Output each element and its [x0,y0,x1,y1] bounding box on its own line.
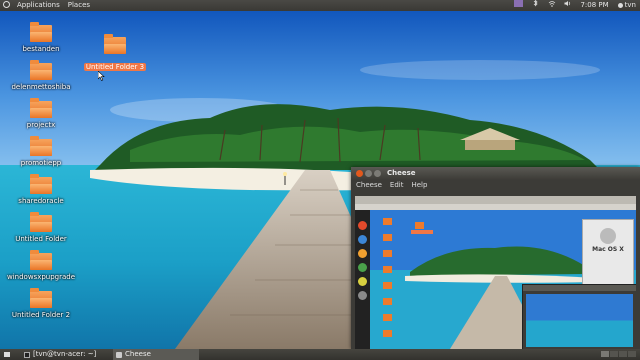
nested-preview [526,294,633,347]
desktop-icon-windowsxpupgrade[interactable]: windowsxpupgrade [6,250,76,281]
desktop-icon-label: promotiepp [20,159,62,167]
folder-icon [30,288,52,308]
desktop-icon-label: Untitled Folder [15,235,67,243]
app-icon [358,263,367,272]
user-name: tvn [624,1,636,9]
folder-icon [104,34,126,54]
show-desktop-icon[interactable] [4,352,10,357]
desktop-icon-sharedoracle[interactable]: sharedoracle [6,174,76,205]
desktop-icon-projectx[interactable]: projectx [6,98,76,129]
app-icon [358,221,367,230]
window-titlebar[interactable]: Cheese [351,167,640,180]
desktop-icon-untitled-folder[interactable]: Untitled Folder [6,212,76,243]
top-panel: Applications Places 7:08 PM tvn [0,0,640,11]
folder-icon [30,22,52,42]
app-icon [358,291,367,300]
desktop-icon-label: bestanden [22,45,60,53]
desktop-icon-untitled-folder-2[interactable]: Untitled Folder 2 [6,288,76,319]
workspace-2[interactable] [610,351,618,357]
os-name: Mac OS X [592,246,624,253]
workspace-3[interactable] [619,351,627,357]
app-icon [358,235,367,244]
person-icon [617,2,623,8]
folder-icon [30,136,52,156]
folder-icon [30,60,52,80]
folder-icon [30,174,52,194]
folder-icon [30,212,52,232]
about-this-mac-panel: Mac OS X [582,219,634,293]
power-icon[interactable]: 7:08 PM [580,0,608,9]
desktop-icon-label: windowsxpupgrade [6,273,76,281]
desktop-icon-untitled-folder-3[interactable]: Untitled Folder 3 [80,34,150,73]
clock[interactable]: 7:08 PM [580,1,608,9]
bottom-panel: [tvn@tvn-acer: ~] Cheese [0,349,640,360]
mouse-pointer-icon [98,71,105,81]
menu-edit[interactable]: Edit [390,180,404,191]
folder-icon [30,98,52,118]
menu-cheese[interactable]: Cheese [356,180,382,191]
cheese-menubar: Cheese Edit Help [351,180,640,191]
mail-icon[interactable] [514,0,524,7]
app-icon [358,249,367,258]
taskbar-item-cheese[interactable]: Cheese [113,349,199,360]
desktop-icon-promotiepp[interactable]: promotiepp [6,136,76,167]
desktop-icon-bestanden[interactable]: bestanden [6,22,76,53]
captured-launcher [355,216,370,349]
webcam-view: Mac OS X [355,196,636,349]
folder-icon [30,250,52,270]
desktop-icon-label: delenmettoshiba [11,83,71,91]
apple-logo-icon [600,228,616,244]
workspace-1[interactable] [601,351,609,357]
desktop-icon-label: Untitled Folder 2 [11,311,71,319]
menu-applications[interactable]: Applications [16,0,61,11]
ubuntu-logo-icon[interactable] [3,1,10,8]
desktop-icon-label: projectx [26,121,56,129]
taskbar-item-terminal[interactable]: [tvn@tvn-acer: ~] [21,349,99,360]
user-icon[interactable]: tvn [617,0,636,9]
desktop-icon-label: sharedoracle [18,197,64,205]
taskbar-item-label: Cheese [125,350,151,358]
window-title: Cheese [387,169,416,177]
workspace-4[interactable] [628,351,636,357]
terminal-icon [24,351,30,358]
captured-cheese-window [522,284,636,349]
menu-places[interactable]: Places [67,0,91,11]
close-button[interactable] [356,170,363,177]
maximize-button[interactable] [374,170,381,177]
network-icon[interactable] [548,0,556,7]
cheese-icon [116,351,122,358]
volume-icon[interactable] [564,0,571,7]
workspace-switcher[interactable] [601,351,636,357]
taskbar-item-label: [tvn@tvn-acer: ~] [33,350,97,358]
desktop-icon-label-selected: Untitled Folder 3 [83,63,147,71]
menu-help[interactable]: Help [411,180,427,191]
app-icon [358,277,367,286]
bluetooth-icon[interactable] [532,0,539,7]
minimize-button[interactable] [365,170,372,177]
desktop-icon-delenmettoshiba[interactable]: delenmettoshiba [6,60,76,91]
cheese-window[interactable]: Cheese Cheese Edit Help Mac OS X [351,167,640,349]
